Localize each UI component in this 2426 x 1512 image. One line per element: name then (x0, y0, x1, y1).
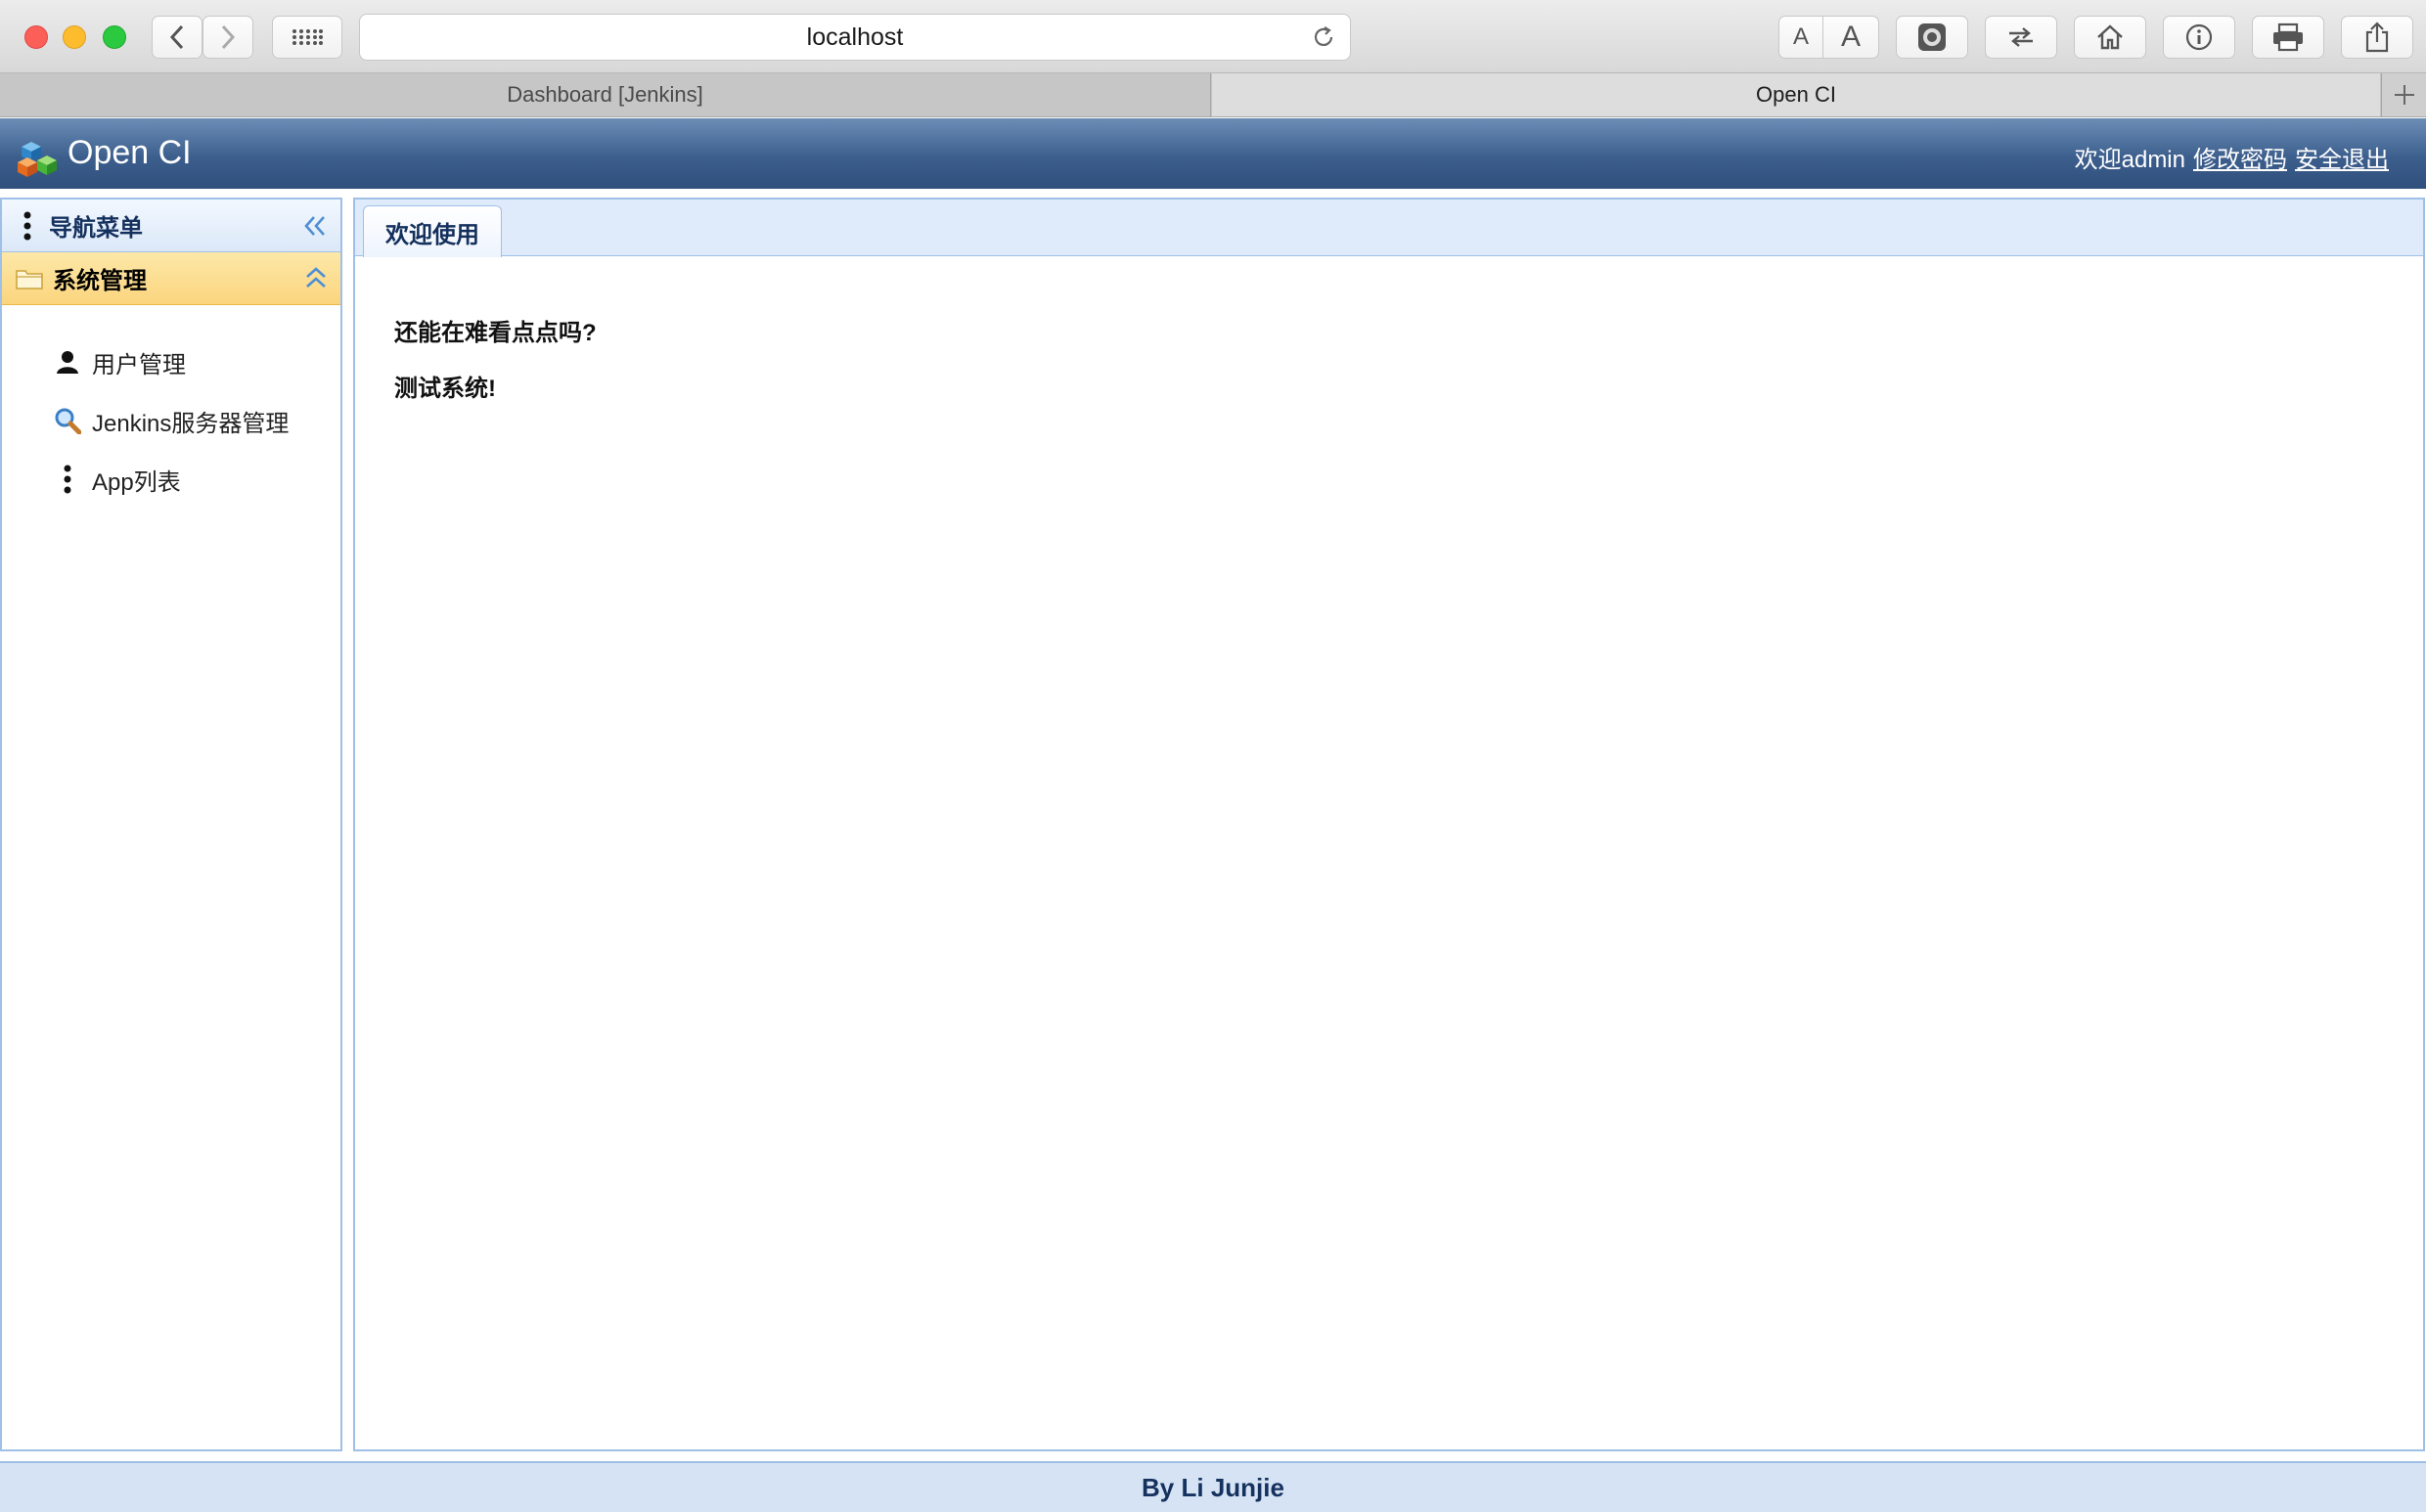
address-bar[interactable]: localhost (359, 14, 1351, 61)
page-footer: By Li Junjie (0, 1461, 2426, 1512)
sidebar-item-user-management[interactable]: 用户管理 (2, 333, 340, 391)
swap-arrows-icon (2009, 27, 2033, 47)
app-title: Open CI (67, 134, 192, 171)
sidebar-group-system-management[interactable]: 系统管理 (2, 252, 340, 305)
welcome-text: 欢迎admin (2074, 147, 2185, 173)
app-header: Open CI 欢迎admin 修改密码 安全退出 (0, 118, 2426, 189)
close-window-button[interactable] (24, 25, 48, 49)
info-icon (2185, 23, 2213, 51)
sidebar-item-jenkins-servers[interactable]: Jenkins服务器管理 (2, 391, 340, 450)
double-chevron-up-icon[interactable] (305, 266, 327, 289)
share-icon (2365, 22, 2389, 53)
sidebar-item-label: App列表 (92, 468, 181, 496)
browser-tab-jenkins[interactable]: Dashboard [Jenkins] (0, 73, 1211, 116)
sidebar-title: 导航菜单 (49, 215, 143, 242)
cubes-logo-icon (18, 142, 57, 177)
share-button[interactable] (2341, 16, 2413, 59)
sidebar-group-title: 系统管理 (53, 268, 147, 294)
info-button[interactable] (2163, 16, 2235, 59)
welcome-content: 还能在难看点点吗? 测试系统! (355, 256, 2423, 403)
browser-tab-label: Dashboard [Jenkins] (507, 82, 703, 107)
camera-icon (1918, 23, 1946, 51)
folder-icon (16, 269, 43, 289)
swap-button[interactable] (1985, 16, 2057, 59)
magnifier-icon-wrap (53, 406, 82, 435)
minimize-window-button[interactable] (63, 25, 86, 49)
sidebar-header: 导航菜单 (2, 200, 340, 252)
home-button[interactable] (2074, 16, 2146, 59)
small-a-icon: A (1792, 23, 1809, 50)
welcome-line: 测试系统! (394, 376, 496, 402)
chevron-right-icon (221, 24, 236, 50)
welcome-line: 还能在难看点点吗? (394, 320, 597, 346)
text-larger-button[interactable]: A (1822, 16, 1879, 59)
user-icon-wrap (53, 347, 82, 377)
tab-welcome[interactable]: 欢迎使用 (363, 205, 502, 257)
text-smaller-button[interactable]: A (1778, 16, 1823, 59)
url-text: localhost (806, 22, 904, 51)
chevron-left-icon (169, 24, 184, 50)
sidebar-item-label: Jenkins服务器管理 (92, 410, 290, 437)
vertical-dots-icon (64, 465, 71, 494)
large-a-icon: A (1840, 21, 1861, 53)
vertical-dots-icon (23, 211, 31, 240)
plus-icon (2394, 85, 2414, 105)
browser-toolbar: localhost A A (0, 0, 2426, 73)
footer-text: By Li Junjie (1142, 1472, 1284, 1502)
grid-icon (292, 29, 323, 45)
navigation-sidebar: 导航菜单 系统管理 用户管理 Jenkins服务器管理 App列表 (0, 198, 342, 1451)
user-bar: 欢迎admin 修改密码 安全退出 (2075, 140, 2389, 174)
extension-button[interactable] (1896, 16, 1968, 59)
top-sites-button[interactable] (272, 16, 342, 59)
forward-button[interactable] (202, 16, 253, 59)
content-tab-strip: 欢迎使用 (355, 200, 2423, 257)
back-button[interactable] (152, 16, 202, 59)
sidebar-menu: 用户管理 Jenkins服务器管理 App列表 (2, 305, 340, 509)
reload-icon[interactable] (1311, 24, 1336, 50)
logout-link[interactable]: 安全退出 (2295, 140, 2389, 174)
user-icon (57, 351, 78, 374)
change-password-link[interactable]: 修改密码 (2193, 140, 2287, 174)
print-button[interactable] (2252, 16, 2324, 59)
main-panel: 欢迎使用 还能在难看点点吗? 测试系统! (353, 198, 2425, 1451)
browser-tab-label: Open CI (1756, 82, 1836, 107)
new-tab-button[interactable] (2381, 73, 2426, 116)
double-chevron-left-icon[interactable] (303, 215, 327, 237)
magnifier-icon (55, 408, 81, 434)
home-icon (2097, 24, 2123, 50)
sidebar-item-app-list[interactable]: App列表 (2, 450, 340, 509)
maximize-window-button[interactable] (103, 25, 126, 49)
browser-tab-open-ci[interactable]: Open CI (1212, 73, 2380, 116)
browser-tab-bar: Dashboard [Jenkins] Open CI (0, 73, 2426, 117)
vertical-dots-icon-wrap (53, 465, 82, 494)
printer-icon (2273, 22, 2303, 52)
sidebar-item-label: 用户管理 (92, 351, 186, 378)
